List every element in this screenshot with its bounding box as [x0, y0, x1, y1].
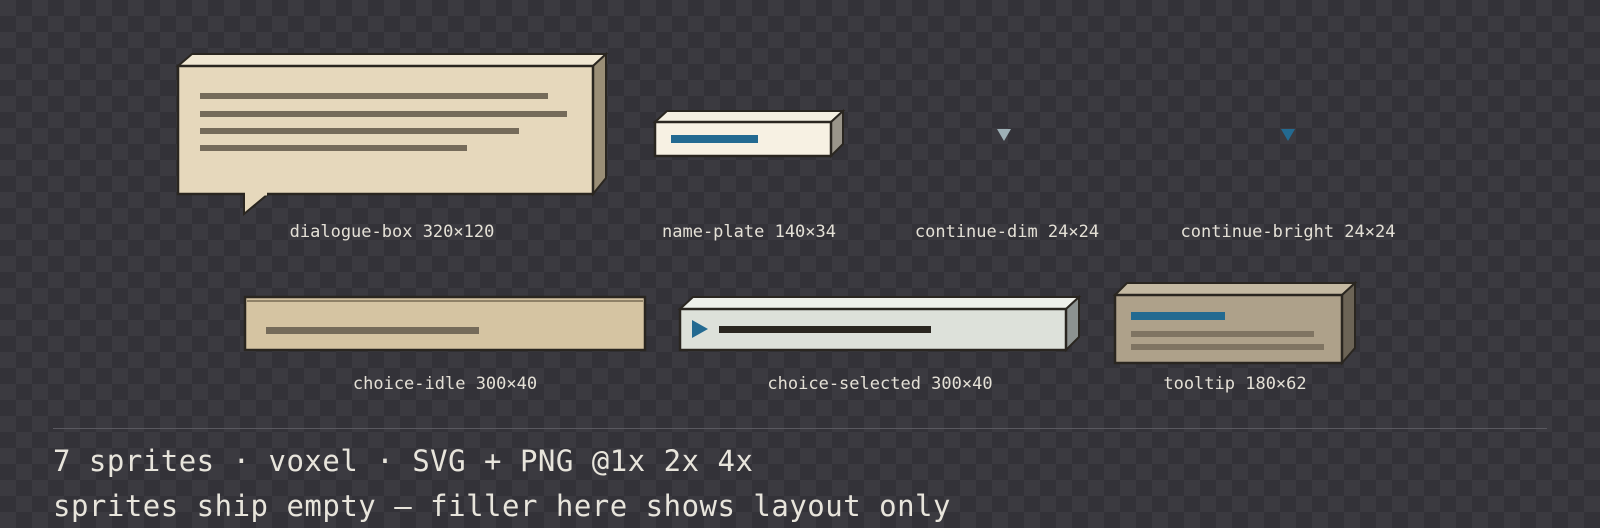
name-plate-caption: name-plate 140×34	[662, 222, 836, 242]
continue-bright-sprite	[1281, 129, 1295, 141]
choice-selected-sprite	[677, 294, 1082, 353]
dialogue-box-sprite	[175, 51, 609, 217]
continue-dim-caption: continue-dim 24×24	[914, 222, 1100, 242]
name-plate-sprite	[652, 108, 846, 159]
footer-note: sprites ship empty — filler here shows l…	[53, 489, 951, 523]
footer-summary: 7 sprites · voxel · SVG + PNG @1x 2x 4x	[53, 444, 754, 478]
choice-idle-caption: choice-idle 300×40	[352, 374, 538, 394]
continue-dim-sprite	[997, 129, 1011, 141]
tooltip-caption: tooltip 180×62	[1163, 374, 1307, 394]
choice-idle-sprite	[243, 295, 647, 352]
dialogue-box-caption: dialogue-box 320×120	[289, 222, 495, 242]
continue-bright-caption: continue-bright 24×24	[1180, 222, 1396, 242]
footer-divider	[53, 428, 1547, 429]
choice-selected-caption: choice-selected 300×40	[767, 374, 993, 394]
tooltip-sprite	[1112, 280, 1358, 366]
